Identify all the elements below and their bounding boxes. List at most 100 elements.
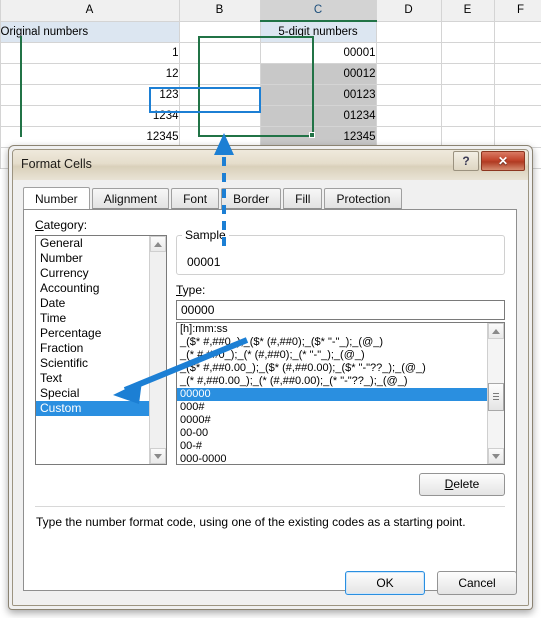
cell-c4[interactable]: 00123 — [260, 84, 377, 106]
column-header-b[interactable]: B — [179, 0, 261, 22]
category-item-special[interactable]: Special — [36, 386, 150, 401]
cell-a1[interactable]: Original numbers — [0, 21, 180, 43]
category-item-currency[interactable]: Currency — [36, 266, 150, 281]
category-item-time[interactable]: Time — [36, 311, 150, 326]
cell-c3[interactable]: 00012 — [260, 63, 377, 85]
help-icon[interactable]: ? — [453, 151, 479, 171]
cell-f2[interactable] — [494, 42, 541, 64]
tab-alignment[interactable]: Alignment — [91, 188, 170, 209]
type-item-4[interactable]: _(* #,##0.00_);_(* (#,##0.00);_(* "-"??_… — [177, 375, 487, 388]
category-item-scientific[interactable]: Scientific — [36, 356, 150, 371]
category-item-text[interactable]: Text — [36, 371, 150, 386]
type-item-6[interactable]: 000# — [177, 401, 487, 414]
type-item-1[interactable]: _($* #,##0_);_($* (#,##0);_($* "-"_);_(@… — [177, 336, 487, 349]
category-item-accounting[interactable]: Accounting — [36, 281, 150, 296]
dialog-button-bar: OK Cancel — [13, 561, 528, 605]
table-row: 1 Original numbers 5-digit numbers — [0, 21, 541, 43]
category-item-date[interactable]: Date — [36, 296, 150, 311]
cell-e5[interactable] — [441, 105, 495, 127]
category-item-number[interactable]: Number — [36, 251, 150, 266]
dialog-title: Format Cells — [21, 157, 92, 171]
cell-a5[interactable]: 1234 — [0, 105, 180, 127]
type-item-8[interactable]: 00-00 — [177, 427, 487, 440]
divider — [35, 506, 505, 507]
row-selection-band — [20, 36, 22, 137]
cell-f5[interactable] — [494, 105, 541, 127]
dialog-title-bar[interactable]: Format Cells ? ✕ — [13, 150, 528, 180]
cell-d5[interactable] — [376, 105, 442, 127]
cell-e3[interactable] — [441, 63, 495, 85]
cell-e1[interactable] — [441, 21, 495, 43]
cell-d4[interactable] — [376, 84, 442, 106]
cell-f4[interactable] — [494, 84, 541, 106]
table-row: 5 1234 01234 — [0, 105, 541, 127]
table-row: 2 1 00001 — [0, 42, 541, 64]
delete-button[interactable]: Delete — [419, 473, 505, 496]
tab-border[interactable]: Border — [221, 188, 282, 209]
cell-e4[interactable] — [441, 84, 495, 106]
type-item-2[interactable]: _(* #,##0_);_(* (#,##0);_(* "-"_);_(@_) — [177, 349, 487, 362]
tab-font[interactable]: Font — [171, 188, 220, 209]
cell-b1[interactable] — [179, 21, 261, 43]
close-icon[interactable]: ✕ — [481, 151, 525, 171]
category-item-percentage[interactable]: Percentage — [36, 326, 150, 341]
type-input[interactable]: 00000 — [176, 300, 505, 320]
cell-a2[interactable]: 1 — [0, 42, 180, 64]
scroll-down-arrow-icon[interactable] — [488, 448, 504, 464]
cell-d2[interactable] — [376, 42, 442, 64]
type-scrollbar[interactable] — [487, 323, 504, 464]
type-item-3[interactable]: _($* #,##0.00_);_($* (#,##0.00);_($* "-"… — [177, 362, 487, 375]
cell-f3[interactable] — [494, 63, 541, 85]
cell-c5[interactable]: 01234 — [260, 105, 377, 127]
table-row: 4 123 00123 — [0, 84, 541, 106]
type-item-7[interactable]: 0000# — [177, 414, 487, 427]
column-header-f[interactable]: F — [494, 0, 541, 22]
help-text: Type the number format code, using one o… — [36, 515, 466, 529]
cell-b4[interactable] — [179, 84, 261, 106]
category-scrollbar[interactable] — [149, 236, 166, 464]
fill-handle[interactable] — [309, 132, 315, 138]
scroll-down-arrow-icon[interactable] — [150, 448, 166, 464]
worksheet-table: A B C D E F G 1 Original numbers 5-digit… — [0, 0, 541, 169]
number-tab-page: Category: General Number Currency Accoun… — [23, 209, 517, 591]
type-label: Type: — [176, 283, 206, 297]
category-item-general[interactable]: General — [36, 236, 150, 251]
scroll-up-arrow-icon[interactable] — [488, 323, 504, 339]
category-listbox[interactable]: General Number Currency Accounting Date … — [35, 235, 167, 465]
category-item-custom[interactable]: Custom — [36, 401, 150, 416]
cell-d3[interactable] — [376, 63, 442, 85]
tab-number[interactable]: Number — [23, 187, 90, 210]
spreadsheet-grid[interactable]: A B C D E F G 1 Original numbers 5-digit… — [0, 0, 541, 169]
cell-b3[interactable] — [179, 63, 261, 85]
cell-c2[interactable]: 00001 — [260, 42, 377, 64]
cell-c1[interactable]: 5-digit numbers — [260, 21, 377, 43]
column-header-d[interactable]: D — [376, 0, 442, 22]
cell-a3[interactable]: 12 — [0, 63, 180, 85]
cell-d1[interactable] — [376, 21, 442, 43]
cancel-button[interactable]: Cancel — [437, 571, 517, 595]
category-item-fraction[interactable]: Fraction — [36, 341, 150, 356]
tab-fill[interactable]: Fill — [283, 188, 323, 209]
type-listbox[interactable]: [h]:mm:ss _($* #,##0_);_($* (#,##0);_($*… — [176, 322, 505, 465]
column-header-a[interactable]: A — [0, 0, 180, 22]
column-header-c[interactable]: C — [260, 0, 377, 22]
type-item-10[interactable]: 000-0000 — [177, 453, 487, 464]
cell-b2[interactable] — [179, 42, 261, 64]
type-item-5[interactable]: 00000 — [177, 388, 487, 401]
table-row: 3 12 00012 — [0, 63, 541, 85]
sample-label: Sample — [182, 228, 229, 242]
cell-b5[interactable] — [179, 105, 261, 127]
type-item-9[interactable]: 00-# — [177, 440, 487, 453]
scrollbar-thumb[interactable] — [488, 383, 504, 411]
scroll-up-arrow-icon[interactable] — [150, 236, 166, 252]
column-header-e[interactable]: E — [441, 0, 495, 22]
cell-f1[interactable] — [494, 21, 541, 43]
cell-e2[interactable] — [441, 42, 495, 64]
type-list[interactable]: [h]:mm:ss _($* #,##0_);_($* (#,##0);_($*… — [177, 323, 487, 464]
type-item-0[interactable]: [h]:mm:ss — [177, 323, 487, 336]
ok-button[interactable]: OK — [345, 571, 425, 595]
dialog-inner-frame: Format Cells ? ✕ Number Alignment Font B… — [12, 149, 529, 606]
tab-protection[interactable]: Protection — [324, 188, 403, 209]
cell-a4[interactable]: 123 — [0, 84, 180, 106]
category-list[interactable]: General Number Currency Accounting Date … — [36, 236, 150, 464]
